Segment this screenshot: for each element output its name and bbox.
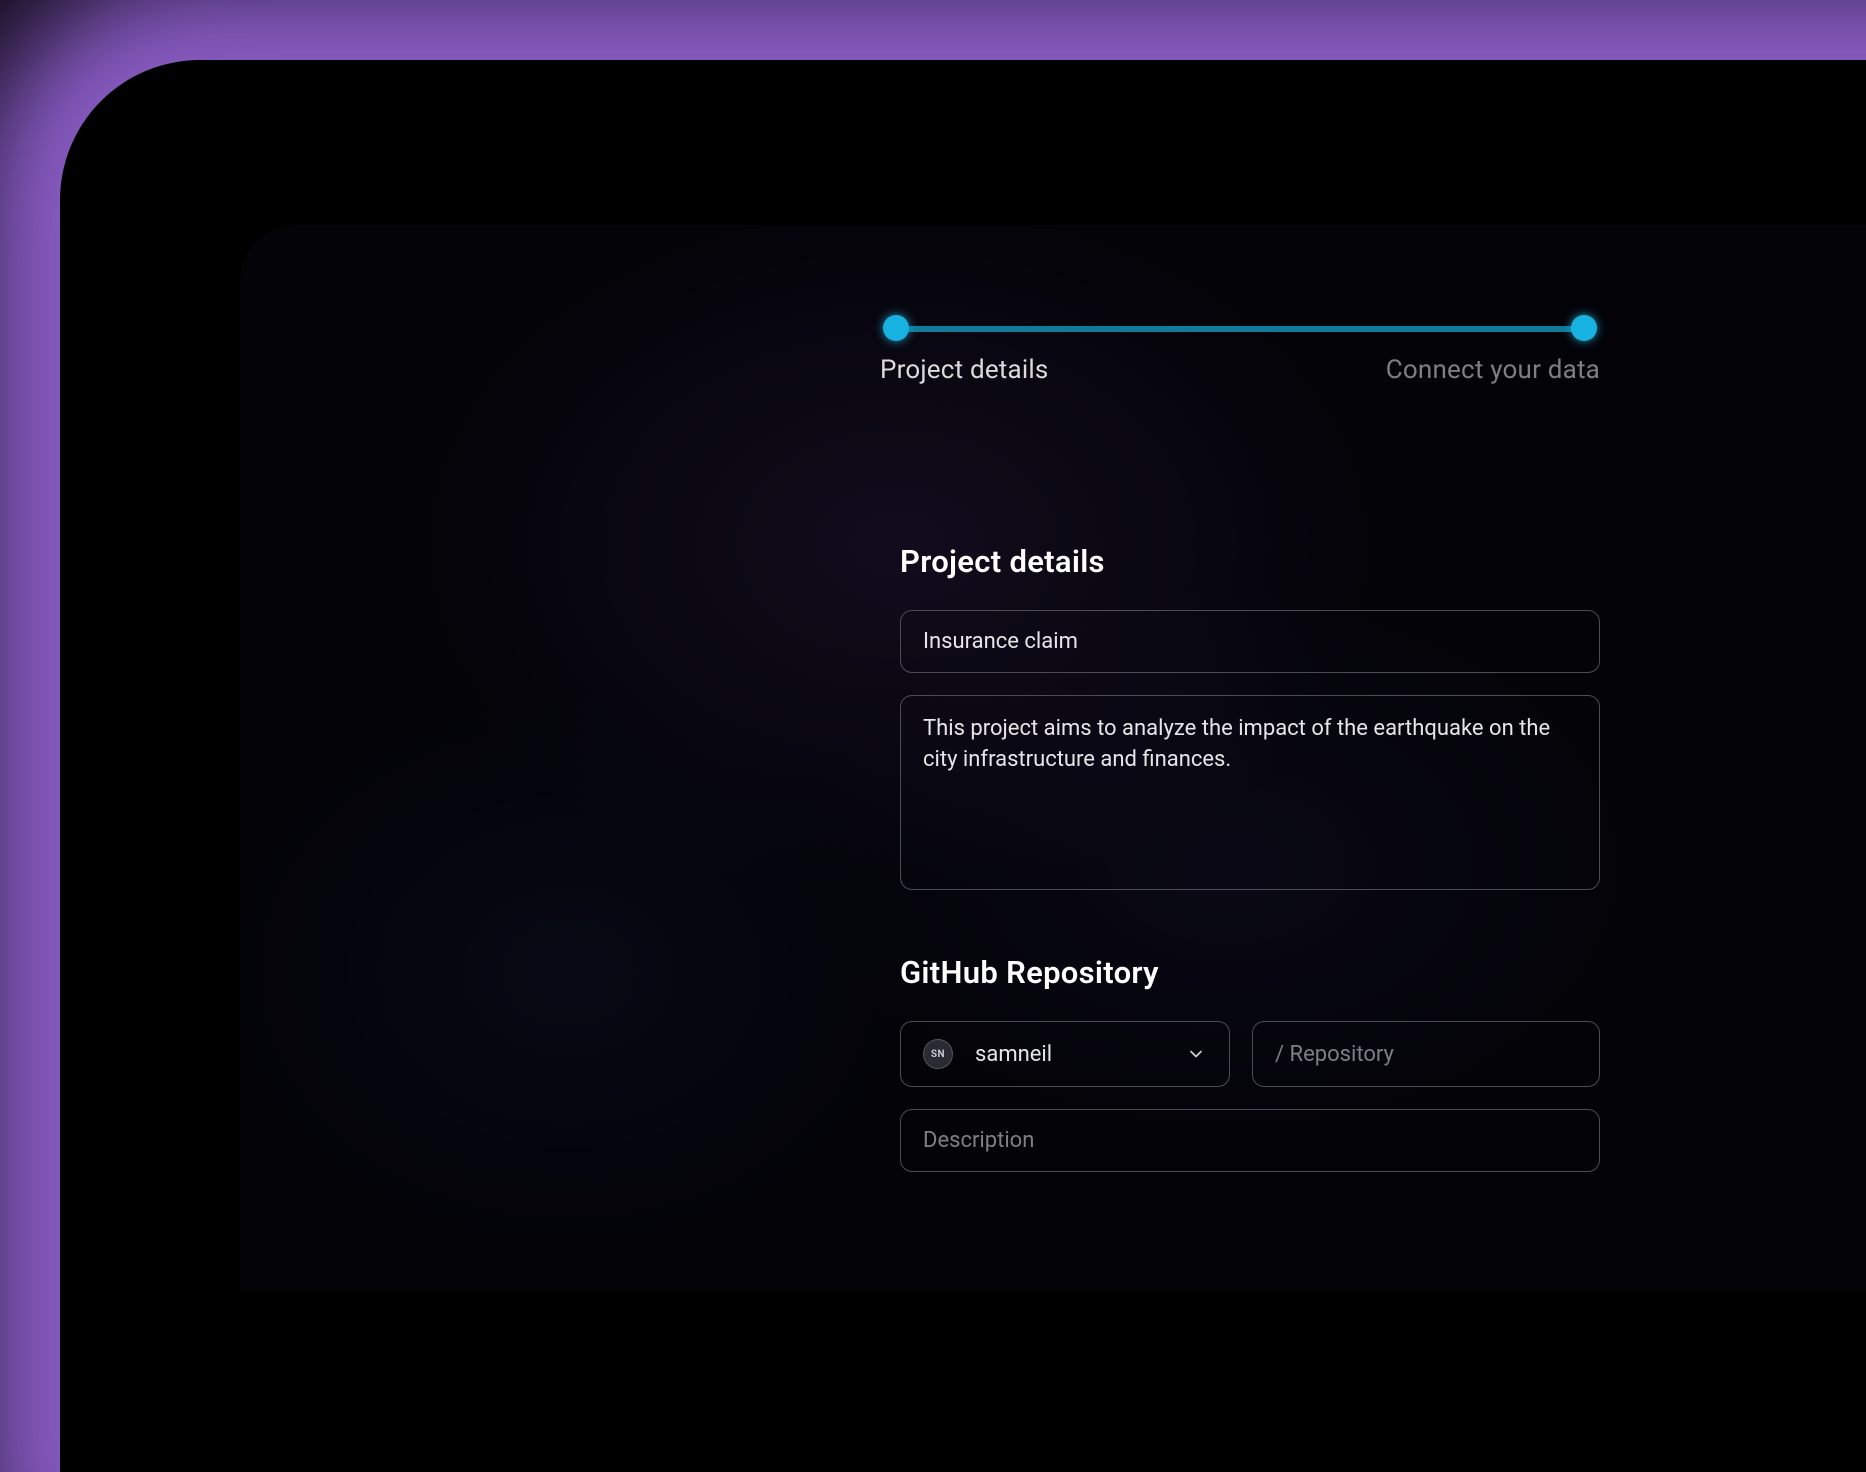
repository-description-input[interactable] bbox=[900, 1109, 1600, 1172]
stepper-line bbox=[896, 326, 1584, 332]
project-details-heading: Project details bbox=[900, 543, 1600, 580]
progress-stepper: Project details Connect your data bbox=[880, 315, 1600, 385]
github-repository-heading: GitHub Repository bbox=[900, 954, 1600, 991]
step-2-dot[interactable] bbox=[1571, 315, 1597, 341]
owner-name-label: samneil bbox=[975, 1042, 1185, 1067]
repository-name-input[interactable] bbox=[1252, 1021, 1600, 1087]
owner-avatar: SN bbox=[923, 1039, 953, 1069]
step-1-dot[interactable] bbox=[883, 315, 909, 341]
step-2-label[interactable]: Connect your data bbox=[1386, 355, 1600, 385]
owner-select[interactable]: SN samneil bbox=[900, 1021, 1230, 1087]
step-1-label[interactable]: Project details bbox=[880, 355, 1049, 385]
project-description-textarea[interactable] bbox=[900, 695, 1600, 890]
form-area: Project details GitHub Repository SN sam… bbox=[900, 543, 1600, 1194]
app-window: Project details Connect your data Projec… bbox=[240, 225, 1866, 1292]
stepper-track bbox=[896, 315, 1584, 345]
chevron-down-icon bbox=[1185, 1043, 1207, 1065]
project-name-input[interactable] bbox=[900, 610, 1600, 673]
